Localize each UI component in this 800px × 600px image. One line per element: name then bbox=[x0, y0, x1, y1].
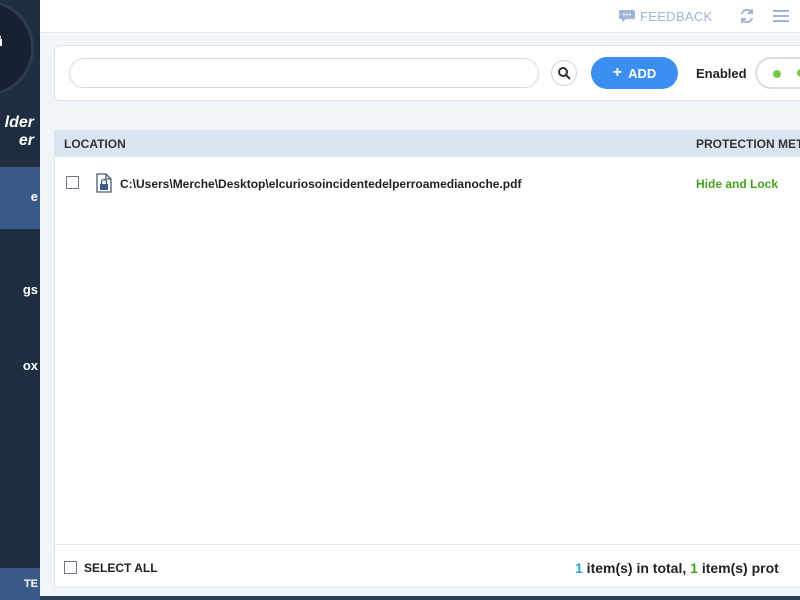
sidebar-item-home[interactable]: e bbox=[0, 167, 40, 229]
lock-icon bbox=[0, 35, 2, 46]
search-input[interactable] bbox=[69, 58, 539, 88]
column-header-location[interactable]: LOCATION bbox=[64, 137, 126, 151]
sidebar-item-label: e bbox=[30, 189, 38, 204]
plus-icon: + bbox=[612, 64, 623, 81]
search-button[interactable] bbox=[551, 60, 577, 86]
toolbar: + ADD Enabled bbox=[54, 45, 800, 101]
add-button-label: ADD bbox=[628, 65, 657, 81]
brand-line-1: lder bbox=[4, 114, 34, 131]
sidebar-item-settings[interactable]: gs bbox=[0, 260, 40, 322]
feedback-label: FEEDBACK bbox=[640, 8, 713, 24]
refresh-icon[interactable] bbox=[738, 7, 756, 25]
sidebar-item-label: ox bbox=[22, 358, 38, 373]
row-checkbox[interactable] bbox=[66, 176, 79, 189]
select-all-checkbox[interactable] bbox=[64, 561, 77, 574]
brand-line-2: er bbox=[18, 132, 34, 149]
total-text: item(s) in total, bbox=[582, 560, 691, 576]
protection-method: Hide and Lock bbox=[696, 177, 779, 191]
items-summary: 1 item(s) in total, 1 item(s) prot bbox=[575, 560, 779, 576]
table-header: LOCATION PROTECTION METHOD bbox=[55, 131, 800, 157]
table-footer: SELECT ALL 1 item(s) in total, 1 item(s)… bbox=[55, 544, 800, 588]
sidebar-item-label: gs bbox=[22, 282, 38, 297]
window-bottom-edge bbox=[40, 596, 800, 600]
add-button[interactable]: + ADD bbox=[591, 57, 678, 89]
protected-text: item(s) prot bbox=[697, 560, 779, 576]
column-header-protection-method[interactable]: PROTECTION METHOD bbox=[696, 137, 800, 151]
protected-items-table: LOCATION PROTECTION METHOD C:\Users\Merc… bbox=[54, 130, 800, 588]
sidebar: lder er e gs ox TE bbox=[0, 0, 40, 600]
title-bar: FEEDBACK bbox=[40, 0, 800, 33]
enabled-toggle[interactable] bbox=[755, 57, 800, 89]
feedback-button[interactable]: FEEDBACK bbox=[618, 8, 712, 24]
sidebar-item-toolbox[interactable]: ox bbox=[0, 336, 40, 398]
app-logo bbox=[0, 0, 34, 96]
file-path: C:\Users\Merche\Desktop\elcuriosoinciden… bbox=[120, 177, 522, 191]
total-count: 1 bbox=[575, 560, 583, 576]
sidebar-bottom-button[interactable]: TE bbox=[0, 568, 40, 600]
enabled-label: Enabled bbox=[696, 66, 747, 81]
chat-bubble-icon bbox=[619, 10, 635, 22]
locked-file-icon bbox=[96, 173, 112, 193]
table-row[interactable]: C:\Users\Merche\Desktop\elcuriosoinciden… bbox=[55, 169, 800, 197]
sidebar-bottom-label: TE bbox=[23, 578, 38, 590]
search-icon bbox=[558, 67, 571, 80]
select-all-label[interactable]: SELECT ALL bbox=[84, 561, 158, 575]
app-brand-name: lder er bbox=[0, 114, 34, 150]
protected-count: 1 bbox=[690, 560, 698, 576]
toggle-indicator bbox=[773, 70, 781, 78]
hamburger-menu-icon[interactable] bbox=[772, 8, 790, 24]
